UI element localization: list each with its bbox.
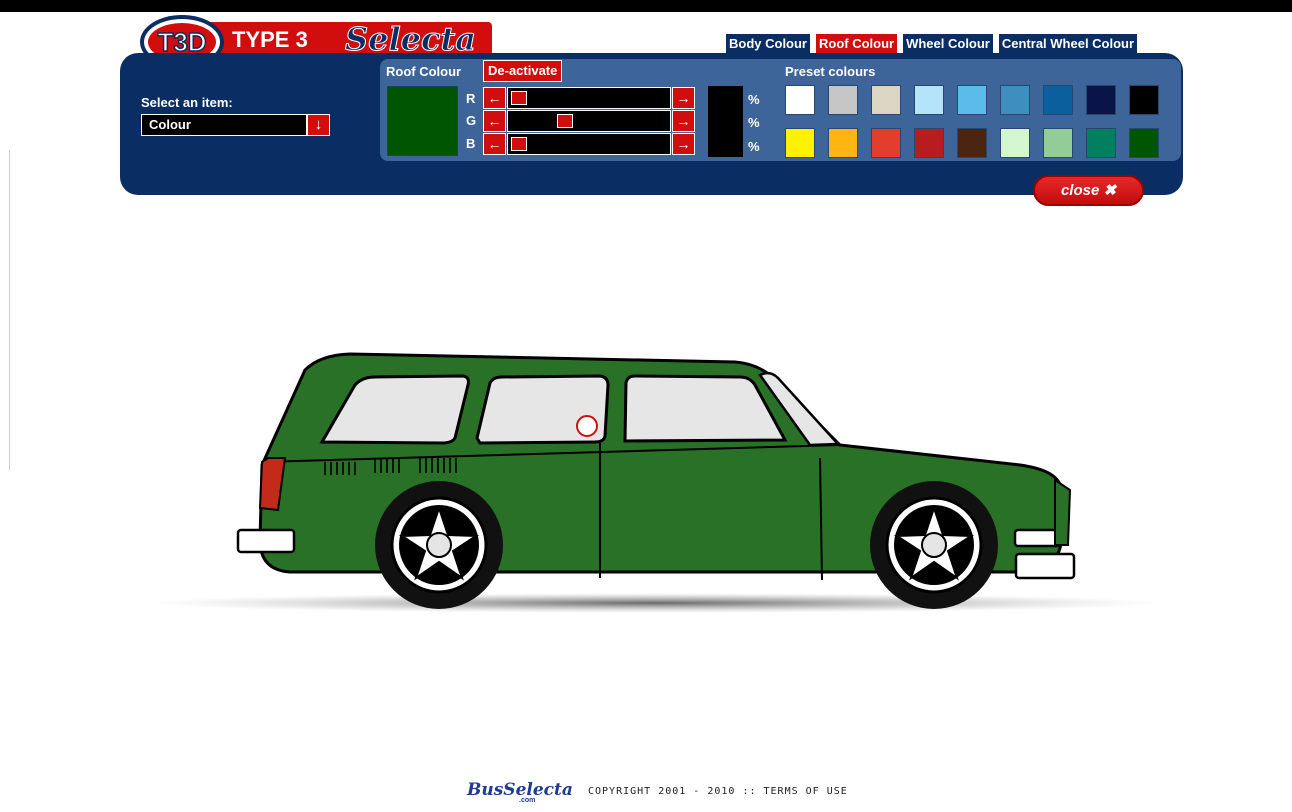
preset-swatch[interactable] [1000, 128, 1030, 158]
rear-wheel [375, 481, 503, 609]
car-shadow [150, 593, 1160, 613]
preset-swatch[interactable] [957, 128, 987, 158]
slider-r: ← → [483, 87, 695, 109]
tab-wheel-colour[interactable]: Wheel Colour [902, 33, 994, 55]
preset-swatch[interactable] [914, 85, 944, 115]
preset-swatch[interactable] [1129, 85, 1159, 115]
channel-r-percent: % [748, 92, 760, 107]
type3-car-illustration [150, 352, 1160, 613]
preset-swatch[interactable] [1086, 128, 1116, 158]
item-select-arrow-icon[interactable]: ↓ [307, 114, 330, 136]
slider-r-decrease-icon[interactable]: ← [483, 87, 506, 109]
preset-colours-title: Preset colours [785, 64, 876, 79]
front-bumper [1013, 528, 1062, 548]
preset-swatch[interactable] [1086, 85, 1116, 115]
front-fender [1054, 478, 1072, 546]
window-logo [576, 415, 598, 437]
slider-g-increase-icon[interactable]: → [672, 110, 695, 132]
logo-type-text: TYPE 3 [232, 27, 308, 52]
channel-b-percent: % [748, 139, 760, 154]
front-bumper-lower [1014, 552, 1076, 580]
item-select-value[interactable]: Colour [141, 114, 307, 136]
preset-swatch[interactable] [871, 85, 901, 115]
current-colour-swatch [387, 86, 458, 156]
preset-swatch[interactable] [785, 85, 815, 115]
slider-r-increase-icon[interactable]: → [672, 87, 695, 109]
preset-swatch[interactable] [871, 128, 901, 158]
slider-r-thumb[interactable] [511, 91, 527, 105]
preset-swatch[interactable] [1043, 128, 1073, 158]
roof-colour-title: Roof Colour [386, 64, 462, 79]
tab-body-colour[interactable]: Body Colour [725, 33, 811, 55]
rear-bumper [236, 528, 296, 554]
preset-swatch[interactable] [1000, 85, 1030, 115]
slider-b-increase-icon[interactable]: → [672, 133, 695, 155]
slider-b-decrease-icon[interactable]: ← [483, 133, 506, 155]
close-icon: ✖ [1103, 182, 1117, 199]
slider-g: ← → [483, 110, 695, 132]
slider-g-decrease-icon[interactable]: ← [483, 110, 506, 132]
footer-copyright[interactable]: COPYRIGHT 2001 - 2010 :: TERMS OF USE [588, 786, 848, 797]
left-divider [9, 150, 10, 470]
slider-b: ← → [483, 133, 695, 155]
channel-r-label: R [466, 91, 476, 106]
percent-readout-box [708, 86, 743, 157]
preset-swatch[interactable] [828, 85, 858, 115]
preset-swatch[interactable] [1129, 128, 1159, 158]
front-wheel [870, 481, 998, 609]
preset-swatch[interactable] [828, 128, 858, 158]
slider-g-track[interactable] [507, 110, 671, 132]
slider-b-thumb[interactable] [511, 137, 527, 151]
slider-r-track[interactable] [507, 87, 671, 109]
slider-g-thumb[interactable] [557, 114, 574, 128]
tab-roof-colour[interactable]: Roof Colour [815, 33, 899, 55]
item-select[interactable]: Colour ↓ [141, 114, 330, 136]
channel-b-label: B [466, 136, 476, 151]
preset-swatch[interactable] [957, 85, 987, 115]
tab-bar: Body Colour Roof Colour Wheel Colour Cen… [725, 33, 1139, 55]
close-label: close [1060, 182, 1100, 199]
preset-swatch[interactable] [785, 128, 815, 158]
select-item-label: Select an item: [141, 95, 233, 110]
footer-brand-sub: .com [519, 797, 536, 804]
channel-g-percent: % [748, 115, 760, 130]
tab-central-wheel-colour[interactable]: Central Wheel Colour [997, 33, 1139, 55]
deactivate-button[interactable]: De-activate [483, 60, 563, 82]
preset-swatch[interactable] [1043, 85, 1073, 115]
top-bar [0, 0, 1292, 12]
close-button[interactable]: close ✖ [1033, 175, 1144, 206]
channel-g-label: G [466, 113, 477, 128]
slider-b-track[interactable] [507, 133, 671, 155]
preset-swatch[interactable] [914, 128, 944, 158]
